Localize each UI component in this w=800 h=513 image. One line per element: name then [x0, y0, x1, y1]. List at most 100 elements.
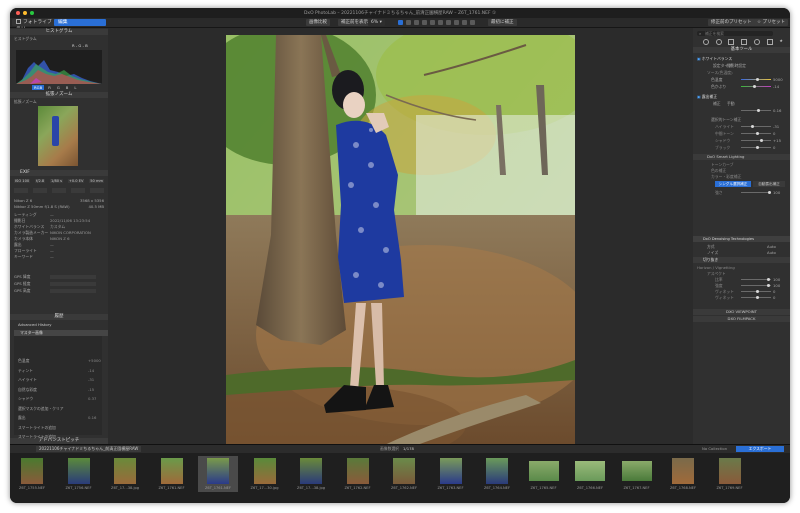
- checkbox-icon[interactable]: ▣: [697, 94, 701, 99]
- smart-mode-button[interactable]: シングル選択補正: [715, 181, 751, 187]
- advanced-history-label[interactable]: Advanced History: [18, 322, 108, 327]
- thumbnail[interactable]: Z6T_17...38.jpg: [291, 456, 331, 492]
- navigator-section-header[interactable]: 拡張ノズーム: [10, 92, 108, 98]
- wb-eyedropper-label[interactable]: ソース(色温度): [707, 70, 790, 75]
- filter-icon[interactable]: [776, 31, 786, 36]
- light-icon[interactable]: [703, 39, 709, 45]
- crop-knob[interactable]: [767, 277, 770, 281]
- thumbnail[interactable]: Z6T_1761.NEF: [198, 456, 238, 492]
- smart-row[interactable]: トーンカーブ: [697, 162, 786, 167]
- thumbnail[interactable]: Z6T_1762.NEF: [384, 456, 424, 492]
- thumbnail[interactable]: Z6T_1755.NEF: [12, 456, 52, 492]
- denoise-value[interactable]: Auto: [767, 250, 776, 255]
- effects-icon[interactable]: [766, 39, 773, 45]
- tab-library[interactable]: フォトライブラリ: [12, 19, 58, 32]
- crop-slider[interactable]: [741, 289, 771, 293]
- strength-slider[interactable]: [741, 190, 771, 194]
- denoise-value[interactable]: Auto: [767, 244, 776, 249]
- meta-value[interactable]: —: [50, 212, 54, 217]
- thumbnail[interactable]: Z6T_1769.NEF: [710, 456, 750, 492]
- thumbnail[interactable]: Z6T_1765.NEF: [524, 456, 564, 492]
- wb-section-header[interactable]: ▣ ホワイトバランス: [697, 56, 786, 61]
- auto-exposure-button[interactable]: 自動露出補正: [753, 181, 785, 187]
- history-item[interactable]: 色温度 +5000: [18, 358, 102, 363]
- local-adjust-icon[interactable]: [438, 20, 443, 25]
- tone-slider[interactable]: [741, 145, 771, 149]
- crop-value[interactable]: 0: [773, 289, 775, 294]
- detail-icon[interactable]: [728, 39, 735, 45]
- checkbox-icon[interactable]: ▣: [697, 56, 701, 61]
- adjust-search-input[interactable]: ⌕ 補正を検索: [697, 31, 773, 36]
- history-item[interactable]: シャドウ 0.37: [18, 396, 102, 401]
- tone-slider[interactable]: [741, 138, 771, 142]
- smart-lighting-header[interactable]: DxO Smart Lighting: [693, 154, 790, 160]
- compare-button[interactable]: 画像比較: [306, 19, 330, 26]
- crop-value[interactable]: 100: [773, 277, 780, 282]
- export-button[interactable]: エクスポート: [736, 446, 784, 452]
- before-after-button[interactable]: 補正前を表示: [338, 19, 371, 26]
- tab-edit[interactable]: 編集: [54, 19, 106, 26]
- tint-slider[interactable]: [741, 84, 771, 88]
- crop-knob[interactable]: [756, 295, 759, 299]
- thumbnail[interactable]: Z6T_1767.NEF: [617, 456, 657, 492]
- channel-rgb-button[interactable]: RGB: [32, 85, 45, 90]
- thumbnail[interactable]: Z6T_1756.NEF: [59, 456, 99, 492]
- crop-header[interactable]: 切り抜き: [693, 257, 790, 263]
- smart-row[interactable]: 色の補正: [697, 168, 786, 173]
- navigator-thumbnail[interactable]: [38, 106, 78, 166]
- geometry-icon[interactable]: [741, 39, 748, 45]
- eye-icon[interactable]: [462, 20, 467, 25]
- history-item[interactable]: スマートライトの追加: [18, 425, 102, 430]
- history-item[interactable]: 選択マスクの追加・クリア: [18, 406, 102, 411]
- histogram-icon[interactable]: [470, 20, 475, 25]
- exposure-slider[interactable]: [741, 108, 771, 112]
- strength-value[interactable]: 100: [773, 190, 780, 195]
- perspective-icon[interactable]: [422, 20, 427, 25]
- crop-slider[interactable]: [741, 283, 771, 287]
- tone-value[interactable]: 0: [773, 131, 775, 136]
- temp-knob[interactable]: [756, 77, 759, 81]
- temp-value[interactable]: 5000: [773, 77, 783, 82]
- exposure-value[interactable]: 0.16: [773, 108, 781, 113]
- thumbnail[interactable]: Z6T_1768.NEF: [663, 456, 703, 492]
- tone-slider[interactable]: [741, 131, 771, 135]
- gps-field[interactable]: [50, 281, 96, 286]
- no-collection-label[interactable]: No Collection: [702, 446, 727, 452]
- history-item[interactable]: ハイライト -31: [18, 377, 102, 382]
- tone-value[interactable]: 0: [773, 145, 775, 150]
- exposure-section-header[interactable]: ▣ 露出補正: [697, 94, 786, 99]
- histogram-section-header[interactable]: ヒストグラム: [10, 29, 108, 35]
- thumbnail[interactable]: Z6T_1763.NEF: [431, 456, 471, 492]
- history-toggle-button[interactable]: 最初に補正: [488, 19, 517, 26]
- crop-slider[interactable]: [741, 295, 771, 299]
- favorite-icon[interactable]: ★: [779, 39, 783, 45]
- channel-b-button[interactable]: B: [64, 85, 71, 90]
- crop-slider[interactable]: [741, 277, 771, 281]
- mask-icon[interactable]: [454, 20, 459, 25]
- tint-value[interactable]: -14: [773, 84, 779, 89]
- crop-icon[interactable]: [406, 20, 411, 25]
- thumbnail[interactable]: Z6T_17...30.jpg: [245, 456, 285, 492]
- zoom-select[interactable]: 6% ▾: [368, 19, 385, 26]
- main-photo[interactable]: [226, 35, 575, 449]
- gps-field[interactable]: [50, 274, 96, 279]
- thumbnail[interactable]: Z6T_1766.NEF: [570, 456, 610, 492]
- tone-knob[interactable]: [760, 138, 763, 142]
- folder-path[interactable]: 20221106チャイナドミちるちゃん_前清正園横屋RAW: [36, 446, 142, 452]
- thumbnail[interactable]: Z6T_1764.NEF: [477, 456, 517, 492]
- thumbnail[interactable]: Z6T_17...38.jpg: [105, 456, 145, 492]
- thumbnail[interactable]: Z6T_1761.NEF: [152, 456, 192, 492]
- tone-section-header[interactable]: 選択的トーン補正: [697, 117, 786, 122]
- color-icon[interactable]: [715, 39, 722, 45]
- history-item[interactable]: ティント -14: [18, 368, 102, 373]
- crop-knob[interactable]: [756, 289, 759, 293]
- tint-knob[interactable]: [753, 84, 756, 88]
- channel-l-button[interactable]: L: [72, 85, 78, 90]
- history-item[interactable]: 自然な彩度 -15: [18, 387, 102, 392]
- crop-value[interactable]: 100: [773, 283, 780, 288]
- horizon-label[interactable]: Horizon / Vignetting: [697, 265, 786, 270]
- wb-mode-select[interactable]: 撮影時設定: [727, 63, 746, 68]
- history-item[interactable]: 露出 0.16: [18, 415, 102, 420]
- gps-field[interactable]: [50, 288, 96, 293]
- preset-editor-button[interactable]: ☆ プリセット: [754, 19, 788, 26]
